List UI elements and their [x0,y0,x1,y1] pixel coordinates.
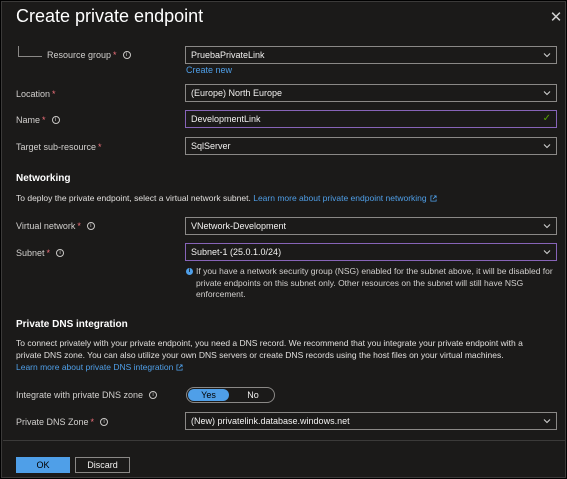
dns-description-line-2: private DNS zone. You can also utilize y… [16,350,504,360]
private-dns-zone-select[interactable]: (New) privatelink.database.windows.net [185,412,557,430]
subnet-select[interactable]: Subnet-1 (25.0.1.0/24) [185,243,557,261]
learn-more-dns-link[interactable]: Learn more about private DNS integration [16,362,173,372]
info-icon[interactable]: i [122,50,131,59]
toggle-yes-option[interactable]: Yes [188,389,229,401]
external-link-icon [430,195,437,202]
private-dns-zone-label: Private DNS Zone * i [16,417,109,427]
chevron-down-icon [543,250,551,255]
chevron-down-icon [543,224,551,229]
info-icon[interactable]: i [149,390,158,399]
create-new-link[interactable]: Create new [186,65,232,75]
integrate-dns-label: Integrate with private DNS zone i [16,390,158,400]
learn-more-dns-row: Learn more about private DNS integration [16,361,183,373]
required-asterisk: * [42,115,46,125]
info-filled-icon: i [186,268,193,275]
chevron-down-icon [543,91,551,96]
toggle-no-option[interactable]: No [233,389,273,401]
create-private-endpoint-dialog: Create private endpoint ✕ Resource group… [1,1,566,478]
target-sub-resource-label: Target sub-resource * [16,142,102,152]
dns-description-line-1: To connect privately with your private e… [16,338,523,348]
virtual-network-select[interactable]: VNetwork-Development [185,217,557,235]
required-asterisk: * [98,142,102,152]
integrate-dns-toggle[interactable]: Yes No [186,387,275,403]
name-label: Name * i [16,115,60,125]
chevron-down-icon [543,419,551,424]
subnet-label: Subnet * i [16,248,65,258]
location-label: Location * [16,89,56,99]
networking-description: To deploy the private endpoint, select a… [16,192,437,204]
required-asterisk: * [46,248,51,258]
close-icon[interactable]: ✕ [549,10,563,25]
info-icon[interactable]: i [86,221,95,230]
required-asterisk: * [113,50,117,60]
dns-heading: Private DNS integration [16,319,128,330]
chevron-down-icon [543,144,551,149]
nsg-info-note: i If you have a network security group (… [185,266,557,301]
footer-divider [3,440,566,441]
required-asterisk: * [52,89,56,99]
dialog-title: Create private endpoint [16,6,204,26]
info-icon[interactable]: i [51,115,60,124]
external-link-icon [176,364,183,371]
resource-group-label: Resource group * i [47,50,131,60]
resource-group-select[interactable]: PruebaPrivateLink [185,46,557,64]
ok-button[interactable]: OK [16,457,70,473]
learn-more-networking-link[interactable]: Learn more about private endpoint networ… [253,193,426,203]
info-icon[interactable]: i [56,248,65,257]
target-sub-resource-select[interactable]: SqlServer [185,137,557,155]
checkmark-icon: ✓ [542,113,551,124]
tree-connector [18,46,42,57]
required-asterisk: * [77,221,81,231]
virtual-network-label: Virtual network * i [16,221,95,231]
networking-heading: Networking [16,173,71,184]
discard-button[interactable]: Discard [75,457,130,473]
required-asterisk: * [90,417,95,427]
info-icon[interactable]: i [100,417,109,426]
location-select[interactable]: (Europe) North Europe [185,84,557,102]
chevron-down-icon [543,53,551,58]
name-input[interactable]: DevelopmentLink ✓ [185,110,557,128]
